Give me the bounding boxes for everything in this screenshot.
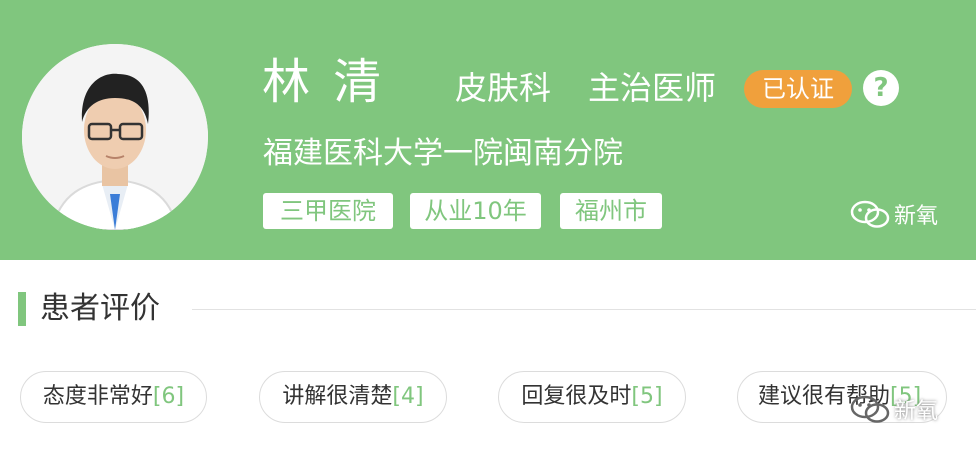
watermark: 新氧 [850,198,938,230]
chip-count: [6] [152,384,185,409]
chip-label: 回复很及时 [521,384,632,409]
watermark-text: 新氧 [894,204,939,229]
chip-label: 讲解很清楚 [282,384,393,409]
doctor-department: 皮肤科 [455,69,552,107]
doctor-header: 林 清 皮肤科 主治医师 已认证 ? 福建医科大学一院闽南分院 三甲医院 从业1… [0,0,976,260]
wechat-icon [850,200,890,228]
chip-label: 态度非常好 [42,384,153,409]
help-icon[interactable]: ? [863,70,899,106]
doctor-photo [22,44,208,230]
doctor-avatar[interactable] [22,44,208,230]
watermark-text: 新氧 [894,399,939,424]
chip-count: [5] [631,384,663,409]
review-chip-attitude[interactable]: 态度非常好[6] [20,371,207,423]
tag-experience: 从业10年 [410,193,541,229]
doctor-title: 主治医师 [588,69,717,107]
tag-city: 福州市 [560,193,662,229]
chip-count: [4] [392,384,424,409]
doctor-hospital: 福建医科大学一院闽南分院 [263,136,623,171]
wechat-icon [850,395,890,423]
tag-hospital-level: 三甲医院 [263,193,393,229]
review-chip-response[interactable]: 回复很及时[5] [498,371,686,423]
watermark-bottom: 新氧 [850,393,938,425]
reviews-section-title: 患者评价 [40,291,160,326]
verified-badge: 已认证 [744,70,852,108]
section-accent-bar [18,292,26,326]
section-divider [192,309,976,310]
doctor-name: 林 清 [262,54,386,110]
review-chip-explanation[interactable]: 讲解很清楚[4] [259,371,447,423]
